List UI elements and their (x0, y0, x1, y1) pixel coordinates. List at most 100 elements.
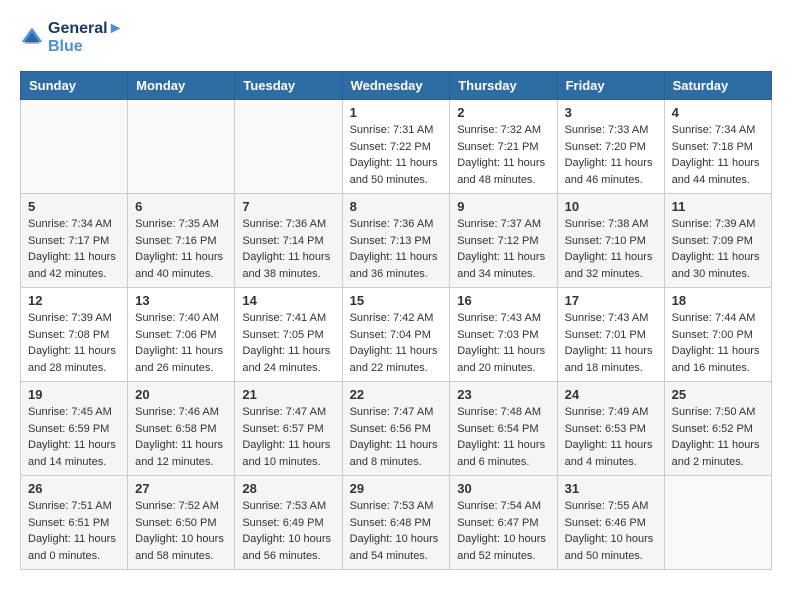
day-number: 7 (242, 199, 334, 214)
calendar-cell: 29Sunrise: 7:53 AMSunset: 6:48 PMDayligh… (342, 476, 450, 570)
weekday-header-tuesday: Tuesday (235, 72, 342, 100)
day-info: Sunrise: 7:47 AMSunset: 6:57 PMDaylight:… (242, 404, 334, 470)
calendar-cell: 3 Sunrise: 7:33 AMSunset: 7:20 PMDaylight… (557, 100, 664, 194)
calendar-cell: 16 Sunrise: 7:43 AMSunset: 7:03 PMDayligh… (450, 288, 557, 382)
day-info: Sunrise: 7:43 AMSunset: 7:01 PMDaylight:… (565, 310, 657, 376)
calendar-cell: 5 Sunrise: 7:34 AMSunset: 7:17 PMDaylight… (21, 194, 128, 288)
day-info: Sunrise: 7:37 AMSunset: 7:12 PMDaylight:… (457, 216, 549, 282)
calendar-cell: 4Sunrise: 7:34 AMSunset: 7:18 PMDaylight… (664, 100, 771, 194)
weekday-header-saturday: Saturday (664, 72, 771, 100)
logo: General► Blue (20, 20, 123, 56)
calendar-body: 1 Sunrise: 7:31 AMSunset: 7:22 PMDaylight… (21, 100, 772, 570)
day-info: Sunrise: 7:55 AMSunset: 6:46 PMDaylight:… (565, 498, 657, 564)
logo-text: General► Blue (48, 20, 123, 56)
day-number: 24 (565, 387, 657, 402)
day-info: Sunrise: 7:54 AMSunset: 6:47 PMDaylight:… (457, 498, 549, 564)
day-number: 26 (28, 481, 120, 496)
calendar-cell: 26 Sunrise: 7:51 AMSunset: 6:51 PMDayligh… (21, 476, 128, 570)
day-number: 16 (457, 293, 549, 308)
day-number: 3 (565, 105, 657, 120)
calendar-cell: 23Sunrise: 7:48 AMSunset: 6:54 PMDayligh… (450, 382, 557, 476)
day-info: Sunrise: 7:46 AMSunset: 6:58 PMDaylight:… (135, 404, 227, 470)
calendar-week-3: 12Sunrise: 7:39 AMSunset: 7:08 PMDayligh… (21, 288, 772, 382)
day-info: Sunrise: 7:36 AMSunset: 7:14 PMDaylight:… (242, 216, 334, 282)
calendar-cell (235, 100, 342, 194)
calendar-cell: 6Sunrise: 7:35 AMSunset: 7:16 PMDaylight… (128, 194, 235, 288)
calendar-cell: 1 Sunrise: 7:31 AMSunset: 7:22 PMDaylight… (342, 100, 450, 194)
calendar-cell (128, 100, 235, 194)
calendar-cell: 11Sunrise: 7:39 AMSunset: 7:09 PMDayligh… (664, 194, 771, 288)
weekday-header-wednesday: Wednesday (342, 72, 450, 100)
weekday-header-row: SundayMondayTuesdayWednesdayThursdayFrid… (21, 72, 772, 100)
day-number: 27 (135, 481, 227, 496)
day-info: Sunrise: 7:43 AMSunset: 7:03 PMDaylight:… (457, 310, 549, 376)
day-info: Sunrise: 7:41 AMSunset: 7:05 PMDaylight:… (242, 310, 334, 376)
day-number: 28 (242, 481, 334, 496)
day-number: 1 (350, 105, 443, 120)
day-info: Sunrise: 7:49 AMSunset: 6:53 PMDaylight:… (565, 404, 657, 470)
calendar-cell: 25 Sunrise: 7:50 AMSunset: 6:52 PMDayligh… (664, 382, 771, 476)
calendar-cell (664, 476, 771, 570)
day-info: Sunrise: 7:47 AMSunset: 6:56 PMDaylight:… (350, 404, 443, 470)
day-number: 29 (350, 481, 443, 496)
day-info: Sunrise: 7:33 AMSunset: 7:20 PMDaylight:… (565, 122, 657, 188)
day-info: Sunrise: 7:45 AMSunset: 6:59 PMDaylight:… (28, 404, 120, 470)
calendar-cell: 21 Sunrise: 7:47 AMSunset: 6:57 PMDayligh… (235, 382, 342, 476)
calendar-cell: 30 Sunrise: 7:54 AMSunset: 6:47 PMDayligh… (450, 476, 557, 570)
calendar-cell: 8Sunrise: 7:36 AMSunset: 7:13 PMDaylight… (342, 194, 450, 288)
day-number: 30 (457, 481, 549, 496)
calendar-week-1: 1 Sunrise: 7:31 AMSunset: 7:22 PMDaylight… (21, 100, 772, 194)
calendar-cell: 19 Sunrise: 7:45 AMSunset: 6:59 PMDayligh… (21, 382, 128, 476)
day-info: Sunrise: 7:40 AMSunset: 7:06 PMDaylight:… (135, 310, 227, 376)
calendar-cell: 28 Sunrise: 7:53 AMSunset: 6:49 PMDayligh… (235, 476, 342, 570)
calendar-cell: 17 Sunrise: 7:43 AMSunset: 7:01 PMDayligh… (557, 288, 664, 382)
day-number: 20 (135, 387, 227, 402)
day-number: 10 (565, 199, 657, 214)
weekday-header-thursday: Thursday (450, 72, 557, 100)
calendar-cell: 18 Sunrise: 7:44 AMSunset: 7:00 PMDayligh… (664, 288, 771, 382)
day-number: 5 (28, 199, 120, 214)
day-number: 19 (28, 387, 120, 402)
day-info: Sunrise: 7:50 AMSunset: 6:52 PMDaylight:… (672, 404, 764, 470)
day-number: 18 (672, 293, 764, 308)
calendar-cell: 31 Sunrise: 7:55 AMSunset: 6:46 PMDayligh… (557, 476, 664, 570)
day-number: 13 (135, 293, 227, 308)
calendar-cell: 10 Sunrise: 7:38 AMSunset: 7:10 PMDayligh… (557, 194, 664, 288)
day-number: 6 (135, 199, 227, 214)
page-header: General► Blue (20, 20, 772, 56)
calendar-header: SundayMondayTuesdayWednesdayThursdayFrid… (21, 72, 772, 100)
calendar-cell: 24 Sunrise: 7:49 AMSunset: 6:53 PMDayligh… (557, 382, 664, 476)
day-number: 31 (565, 481, 657, 496)
day-number: 2 (457, 105, 549, 120)
calendar-cell: 20 Sunrise: 7:46 AMSunset: 6:58 PMDayligh… (128, 382, 235, 476)
weekday-header-monday: Monday (128, 72, 235, 100)
day-number: 25 (672, 387, 764, 402)
calendar-week-5: 26 Sunrise: 7:51 AMSunset: 6:51 PMDayligh… (21, 476, 772, 570)
day-info: Sunrise: 7:34 AMSunset: 7:17 PMDaylight:… (28, 216, 120, 282)
calendar-cell: 9 Sunrise: 7:37 AMSunset: 7:12 PMDaylight… (450, 194, 557, 288)
day-number: 15 (350, 293, 443, 308)
day-info: Sunrise: 7:51 AMSunset: 6:51 PMDaylight:… (28, 498, 120, 564)
day-info: Sunrise: 7:31 AMSunset: 7:22 PMDaylight:… (350, 122, 443, 188)
calendar-week-4: 19 Sunrise: 7:45 AMSunset: 6:59 PMDayligh… (21, 382, 772, 476)
calendar-cell: 15 Sunrise: 7:42 AMSunset: 7:04 PMDayligh… (342, 288, 450, 382)
day-number: 17 (565, 293, 657, 308)
day-info: Sunrise: 7:48 AMSunset: 6:54 PMDaylight:… (457, 404, 549, 470)
day-number: 14 (242, 293, 334, 308)
day-number: 21 (242, 387, 334, 402)
day-info: Sunrise: 7:38 AMSunset: 7:10 PMDaylight:… (565, 216, 657, 282)
day-info: Sunrise: 7:32 AMSunset: 7:21 PMDaylight:… (457, 122, 549, 188)
day-number: 9 (457, 199, 549, 214)
day-number: 4 (672, 105, 764, 120)
day-info: Sunrise: 7:52 AMSunset: 6:50 PMDaylight:… (135, 498, 227, 564)
day-info: Sunrise: 7:44 AMSunset: 7:00 PMDaylight:… (672, 310, 764, 376)
calendar-cell: 22Sunrise: 7:47 AMSunset: 6:56 PMDayligh… (342, 382, 450, 476)
day-number: 12 (28, 293, 120, 308)
weekday-header-sunday: Sunday (21, 72, 128, 100)
calendar-cell: 2 Sunrise: 7:32 AMSunset: 7:21 PMDaylight… (450, 100, 557, 194)
day-info: Sunrise: 7:42 AMSunset: 7:04 PMDaylight:… (350, 310, 443, 376)
calendar: SundayMondayTuesdayWednesdayThursdayFrid… (20, 71, 772, 570)
day-info: Sunrise: 7:53 AMSunset: 6:49 PMDaylight:… (242, 498, 334, 564)
day-number: 8 (350, 199, 443, 214)
calendar-cell: 14 Sunrise: 7:41 AMSunset: 7:05 PMDayligh… (235, 288, 342, 382)
